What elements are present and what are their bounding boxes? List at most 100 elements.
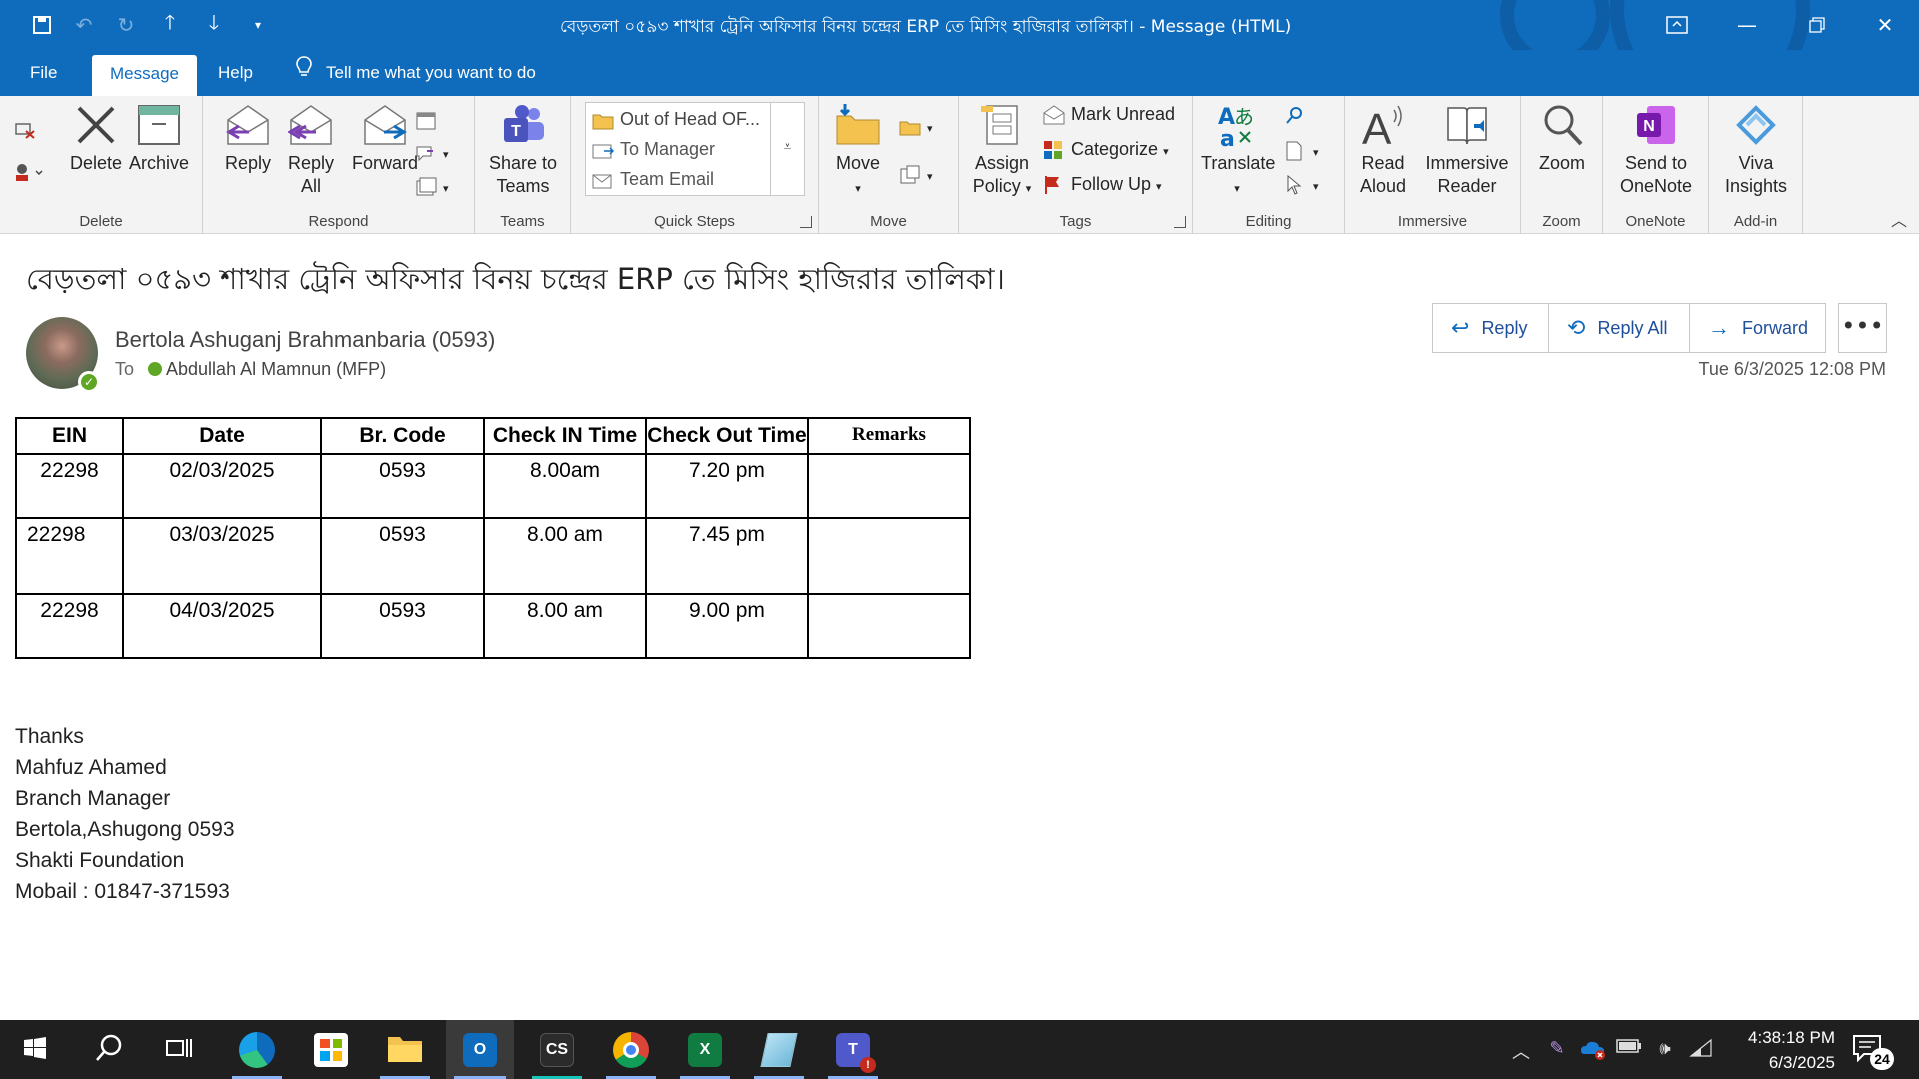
onedrive-error-icon[interactable] [1580,1038,1606,1062]
save-icon[interactable] [24,10,60,40]
taskbar-store[interactable] [298,1020,364,1079]
ribbon-display-icon[interactable] [1652,8,1702,42]
onenote-icon: N [1633,102,1679,148]
presence-dot-icon [148,362,163,376]
notification-center-button[interactable]: 24 [1852,1034,1894,1070]
rules-button[interactable]: ▾ [899,112,933,140]
viva-insights-button[interactable]: Viva Insights [1717,102,1795,198]
show-hidden-icons-icon[interactable]: ︿ [1508,1038,1534,1063]
close-icon[interactable]: ✕ [1860,8,1910,42]
delete-button[interactable]: Delete [68,102,124,175]
quick-step-to-manager[interactable]: To Manager [592,135,715,163]
cleanup-button[interactable] [14,156,43,184]
forward-action-button[interactable]: → Forward [1690,304,1825,352]
taskbar-chrome[interactable] [598,1020,664,1079]
more-respond-button[interactable]: ▾ [415,172,449,200]
redo-icon[interactable]: ↻ [108,10,144,40]
battery-icon[interactable] [1616,1038,1642,1062]
taskbar-teams[interactable]: T ! [820,1020,886,1079]
reply-envelope-icon [225,102,271,148]
task-view-button[interactable] [146,1020,212,1079]
folder-icon [387,1033,423,1067]
quick-steps-group: Out of Head OF... To Manager Team Email … [571,96,819,234]
taskbar-clock[interactable]: 4:38:18 PM 6/3/2025 [1720,1025,1835,1075]
more-actions-button[interactable]: ••• [1838,303,1887,353]
meeting-button[interactable] [415,106,443,134]
immersive-reader-icon [1444,102,1490,148]
column-header-remarks: Remarks [807,417,971,455]
reply-all-envelope-icon [287,102,334,148]
sender-name[interactable]: Bertola Ashuganj Brahmanbaria (0593) [115,327,495,353]
zoom-group-label: Zoom [1542,213,1581,230]
customize-qat-icon[interactable]: ▾ [240,10,276,40]
taskbar-excel[interactable]: X [672,1020,738,1079]
taskbar-outlook[interactable]: O [446,1020,514,1079]
reply-button[interactable]: Reply [215,102,281,175]
volume-icon[interactable]: 🕪 [1652,1038,1678,1062]
quick-step-out-of-head[interactable]: Out of Head OF... [592,105,760,133]
read-aloud-icon: A [1360,102,1406,154]
reply-all-button[interactable]: Reply All [281,102,341,198]
move-button[interactable]: Move ▾ [833,102,883,201]
taskbar-notepad[interactable] [746,1020,812,1079]
actions-button[interactable]: ▾ [899,160,933,188]
taskbar-edge[interactable] [224,1020,290,1079]
send-to-onenote-button[interactable]: N Send to OneNote [1609,102,1703,198]
mark-unread-button[interactable]: Mark Unread [1043,100,1175,128]
taskbar-cs[interactable]: CS [524,1020,590,1079]
ignore-button[interactable] [14,114,42,142]
chrome-icon [613,1031,649,1068]
quick-steps-gallery: Out of Head OF... To Manager Team Email … [585,102,805,196]
taskbar-file-explorer[interactable] [372,1020,438,1079]
select-button[interactable]: ▾ [1285,170,1319,198]
reply-all-action-button[interactable]: ⟲ Reply All [1549,304,1690,352]
recipient-name[interactable]: Abdullah Al Mamnun (MFP) [166,359,386,379]
viva-insights-icon [1733,102,1779,148]
assign-policy-button[interactable]: Assign Policy ▾ [971,102,1033,201]
tags-launcher-icon[interactable] [1174,216,1186,228]
windows-logo-icon [23,1036,47,1064]
restore-icon[interactable] [1792,8,1842,42]
cell-check-in: 8.00 am [483,593,647,659]
cursor-icon [1285,175,1307,195]
tab-message[interactable]: Message [92,55,197,96]
taskbar-search-button[interactable] [76,1020,142,1079]
svg-text:T: T [511,123,521,140]
related-button[interactable]: ▾ [1285,136,1319,164]
share-to-teams-button[interactable]: T Share to Teams [479,102,567,198]
tab-help[interactable]: Help [204,50,267,96]
flag-icon [1043,175,1065,195]
cell-remarks [807,453,971,519]
undo-icon[interactable]: ↶ [66,10,102,40]
follow-up-button[interactable]: Follow Up ▾ [1043,170,1162,198]
cleanup-icon [14,161,43,182]
archive-button[interactable]: Archive [128,102,190,175]
translate-button[interactable]: Aあa Translate ▾ [1201,102,1275,201]
window-title: বেড়তলা ০৫৯৩ শাখার ট্রেনি অফিসার বিনয় চ… [560,17,1292,37]
task-view-icon [165,1036,193,1064]
immersive-reader-button[interactable]: Immersive Reader [1421,102,1513,198]
zoom-button[interactable]: Zoom [1531,102,1593,175]
find-button[interactable] [1285,100,1313,128]
previous-item-icon[interactable]: 🡑 [152,10,188,40]
quick-steps-expand-button[interactable]: ⩡ [770,103,804,195]
next-item-icon[interactable]: 🡓 [196,10,232,40]
reply-action-button[interactable]: ↩ Reply [1433,304,1549,352]
start-button[interactable] [2,1020,68,1079]
tell-me-search[interactable]: Tell me what you want to do [292,50,536,96]
forward-button[interactable]: Forward [345,102,425,175]
quick-step-team-email[interactable]: Team Email [592,165,714,193]
network-icon[interactable] [1688,1038,1714,1062]
envelope-icon [592,170,614,190]
im-button[interactable]: ▾ [415,138,449,166]
forward-arrow-icon: → [1708,315,1730,340]
quick-steps-launcher-icon[interactable] [800,216,812,228]
pen-icon[interactable]: ✎ [1544,1038,1570,1062]
tab-file[interactable]: File [16,50,71,96]
minimize-icon[interactable]: — [1722,8,1772,42]
categorize-button[interactable]: Categorize ▾ [1043,135,1169,163]
signature-line: Shakti Foundation [15,849,185,872]
addin-group-label: Add-in [1733,213,1778,230]
collapse-ribbon-icon[interactable]: ︿ [1891,207,1907,231]
read-aloud-button[interactable]: A Read Aloud [1351,102,1415,198]
